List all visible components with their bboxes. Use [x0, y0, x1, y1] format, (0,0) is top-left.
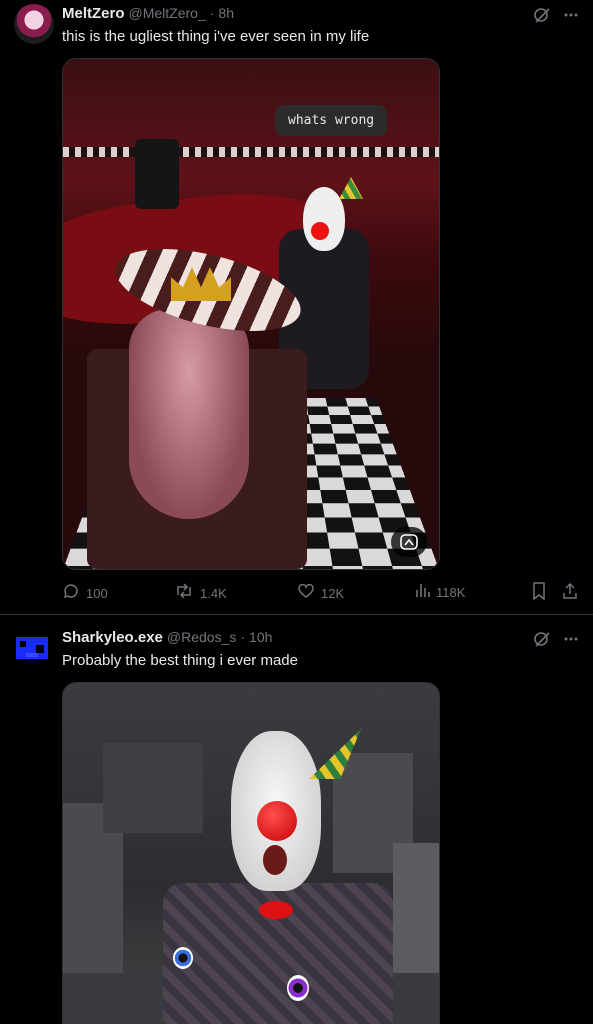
body-eye-purple — [287, 975, 309, 1001]
tweet-media-image[interactable]: whats wrong — [62, 58, 440, 570]
game-render — [63, 683, 439, 1024]
party-hat — [339, 177, 363, 199]
body-eye-blue — [173, 947, 193, 969]
clown-head — [303, 187, 345, 251]
views-count: 118K — [436, 585, 466, 600]
avatar[interactable] — [14, 4, 54, 44]
tweet-header: MeltZero @MeltZero_ · 8h — [62, 5, 234, 22]
avatar[interactable] — [12, 627, 52, 667]
views-icon — [414, 582, 430, 603]
repost-count: 1.4K — [200, 586, 227, 601]
repost-button[interactable]: 1.4K — [174, 582, 227, 605]
reply-button[interactable]: 100 — [62, 582, 108, 605]
timestamp[interactable]: 8h — [218, 5, 234, 21]
timestamp[interactable]: 10h — [249, 629, 272, 645]
clown-nose — [311, 222, 329, 240]
tweet-top-icons — [533, 630, 579, 652]
grok-icon[interactable] — [533, 6, 551, 28]
checker-rail — [63, 147, 439, 157]
bookmark-icon — [532, 582, 546, 605]
clown-mouth — [263, 845, 287, 875]
repost-icon — [174, 582, 194, 605]
red-collar — [259, 901, 293, 919]
share-button[interactable] — [562, 582, 578, 605]
background-avatar — [135, 139, 179, 209]
tweet-media-image[interactable] — [62, 682, 440, 1024]
bookmark-button[interactable] — [532, 582, 546, 605]
speech-bubble: whats wrong — [275, 105, 388, 136]
heart-icon — [297, 582, 315, 605]
clown-nose — [257, 801, 297, 841]
share-icon — [562, 582, 578, 605]
tweet[interactable]: MeltZero @MeltZero_ · 8h this is the ugl… — [0, 0, 593, 615]
separator: · — [240, 629, 246, 645]
author-name[interactable]: MeltZero — [62, 5, 125, 22]
game-screenshot: whats wrong — [63, 59, 439, 569]
like-count: 12K — [321, 586, 345, 601]
tweet-text: Probably the best thing i ever made — [62, 652, 298, 669]
author-handle[interactable]: @MeltZero_ — [129, 5, 206, 21]
views-button[interactable]: 118K — [414, 582, 465, 603]
tweet-header: Sharkyleo.exe @Redos_s · 10h — [62, 629, 272, 646]
more-icon[interactable] — [563, 7, 579, 27]
separator: · — [209, 5, 215, 21]
alt-image-icon[interactable] — [391, 527, 427, 557]
author-handle[interactable]: @Redos_s — [167, 629, 236, 645]
tweet-text: this is the ugliest thing i've ever seen… — [62, 28, 370, 45]
reply-icon — [62, 582, 80, 605]
tweet-top-icons — [533, 6, 579, 28]
girl-avatar-hair — [129, 309, 249, 519]
author-name[interactable]: Sharkyleo.exe — [62, 629, 163, 646]
grok-icon[interactable] — [533, 630, 551, 652]
reply-count: 100 — [86, 586, 108, 601]
tweet-actions: 100 1.4K 12K 118K — [62, 582, 579, 604]
bg-block — [103, 743, 203, 833]
more-icon[interactable] — [563, 631, 579, 651]
like-button[interactable]: 12K — [297, 582, 344, 605]
